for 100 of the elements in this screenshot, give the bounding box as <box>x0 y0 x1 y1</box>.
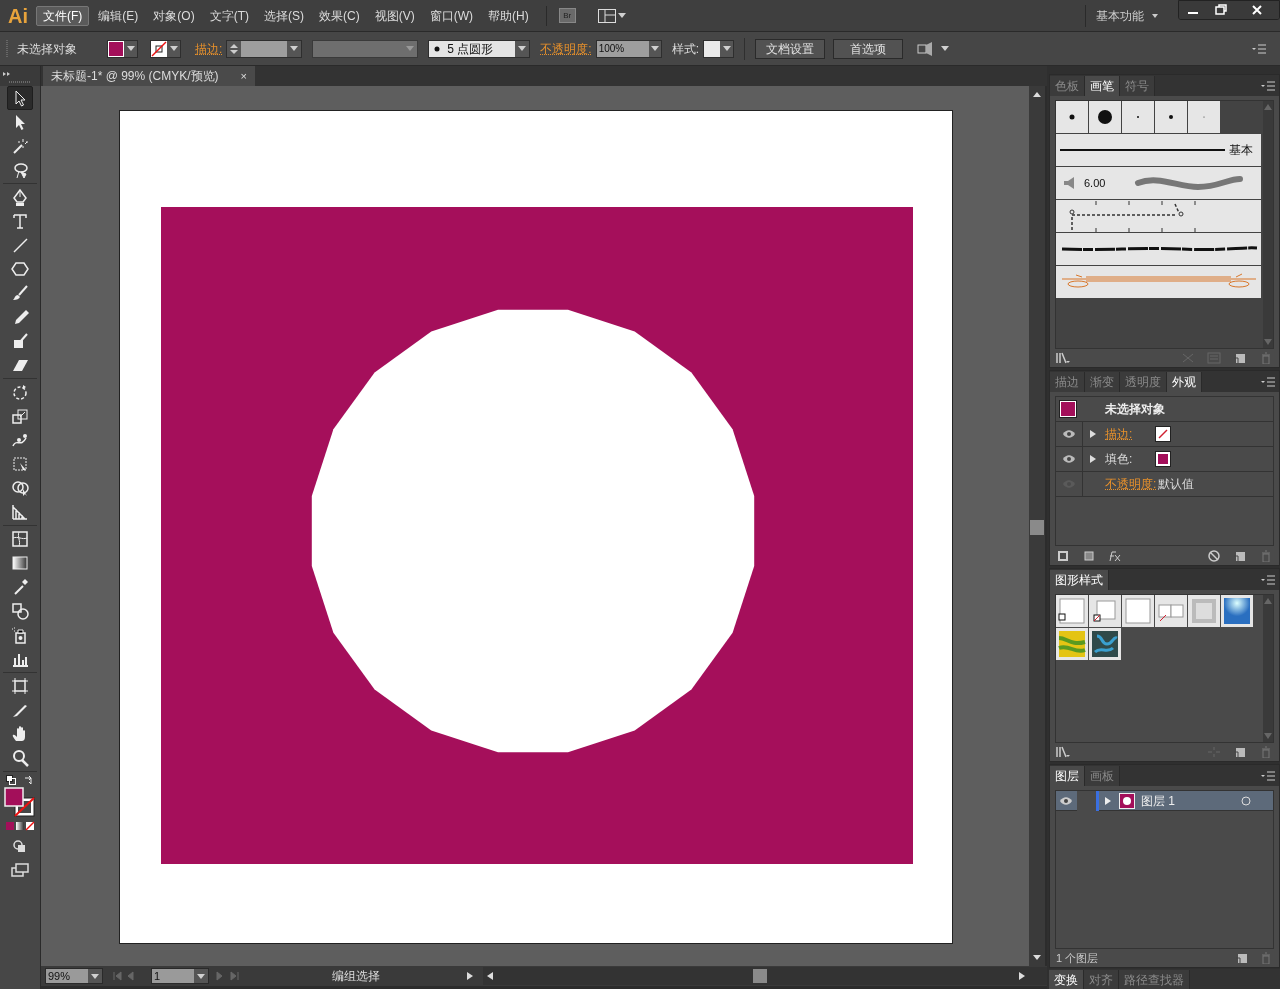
square-icon[interactable] <box>1082 550 1096 562</box>
menu-item[interactable]: 文件(F) <box>36 5 90 26</box>
expand-triangle-icon[interactable] <box>1090 430 1096 438</box>
vertical-scrollbar[interactable] <box>1029 86 1045 966</box>
draw-mode-icon[interactable] <box>12 839 28 853</box>
caret-icon[interactable] <box>169 46 178 51</box>
panel-tab[interactable]: 画笔 <box>1085 76 1120 96</box>
tool-button[interactable] <box>7 86 33 110</box>
brush-dot-swatch[interactable] <box>1089 101 1121 133</box>
color-mode-icon[interactable] <box>5 821 35 831</box>
graphic-style-swatch[interactable] <box>1122 595 1154 627</box>
panel-menu-icon[interactable] <box>1261 377 1275 387</box>
square-icon[interactable] <box>1056 550 1070 562</box>
clear-icon[interactable] <box>1207 550 1221 562</box>
play-icon[interactable] <box>465 971 475 981</box>
graphic-style-swatch[interactable] <box>1155 595 1187 627</box>
style-dropdown[interactable] <box>703 39 735 58</box>
menu-item[interactable]: 编辑(E) <box>92 5 145 26</box>
caret-icon[interactable] <box>91 973 99 979</box>
menu-item[interactable]: 视图(V) <box>368 5 421 26</box>
new-item-icon[interactable] <box>1233 352 1247 364</box>
brush-dot-swatch[interactable] <box>1056 101 1088 133</box>
menu-item[interactable]: 帮助(H) <box>482 5 535 26</box>
opacity-label-link[interactable]: 不透明度: <box>1105 475 1157 493</box>
caret-icon[interactable] <box>722 46 731 51</box>
toolbar-button[interactable]: 文档设置 <box>755 38 826 59</box>
caret-icon[interactable] <box>1152 13 1158 18</box>
toolbar-grip-icon[interactable] <box>0 66 40 86</box>
caret-icon[interactable] <box>617 13 626 18</box>
menu-item[interactable]: 选择(S) <box>258 5 310 26</box>
spinner-arrows-icon[interactable] <box>227 40 242 57</box>
graphic-style-swatch[interactable] <box>1056 628 1088 660</box>
new-item-icon[interactable] <box>1233 746 1247 758</box>
panel-tab[interactable]: 外观 <box>1167 372 1202 392</box>
graphic-style-swatch[interactable] <box>1188 595 1220 627</box>
library-icon[interactable] <box>1056 352 1070 364</box>
stroke-label-link[interactable]: 描边: <box>1105 425 1155 443</box>
menu-item[interactable]: 文字(T) <box>203 5 255 26</box>
caret-icon[interactable] <box>650 46 659 51</box>
menu-item[interactable]: 效果(C) <box>313 5 366 26</box>
fx-icon[interactable] <box>1108 550 1122 562</box>
visibility-eye-icon[interactable] <box>1062 429 1076 439</box>
graphic-style-swatch[interactable] <box>1056 595 1088 627</box>
panel-menu-icon[interactable] <box>1261 81 1275 91</box>
layout-icon[interactable] <box>597 8 616 23</box>
visibility-eye-icon[interactable] <box>1062 454 1076 464</box>
fill-stroke-swatch-icon[interactable] <box>4 787 36 817</box>
brush-row[interactable]: 基本 <box>1056 134 1261 166</box>
scroll-right-icon[interactable] <box>1017 971 1027 981</box>
workspace-switcher[interactable]: 基本功能 <box>1096 6 1158 25</box>
opacity-field[interactable]: 100% <box>595 39 662 58</box>
swap-colors-icon[interactable] <box>24 775 34 785</box>
expand-triangle-icon[interactable] <box>1090 455 1096 463</box>
panel-menu-icon[interactable] <box>1252 43 1266 54</box>
scroll-thumb[interactable] <box>753 969 767 983</box>
new-item-icon[interactable] <box>1235 952 1249 964</box>
zoom-field[interactable]: 99% <box>45 968 103 984</box>
horizontal-scrollbar[interactable] <box>483 967 1047 985</box>
document-tab[interactable]: 未标题-1* @ 99% (CMYK/预览) × <box>43 66 255 86</box>
target-circle-icon[interactable] <box>1241 795 1251 806</box>
pattern-brush-swatch[interactable] <box>1056 266 1261 298</box>
graphic-style-swatch[interactable] <box>1221 595 1253 627</box>
default-colors-icon[interactable] <box>6 775 16 785</box>
caret-icon[interactable] <box>518 46 527 51</box>
visibility-eye-icon[interactable] <box>1059 795 1073 806</box>
brush-dot-swatch[interactable] <box>1122 101 1154 133</box>
stroke-color-dropdown[interactable] <box>150 39 181 58</box>
screen-mode-icon[interactable] <box>11 863 29 877</box>
brush-dot-swatch[interactable] <box>1155 101 1187 133</box>
caret-icon[interactable] <box>290 46 299 51</box>
caret-icon[interactable] <box>126 46 135 51</box>
panel-tab[interactable]: 图形样式 <box>1050 570 1109 590</box>
scroll-left-icon[interactable] <box>485 971 495 981</box>
new-item-icon[interactable] <box>1233 550 1247 562</box>
caret-icon[interactable] <box>941 46 950 51</box>
stroke-weight-field[interactable] <box>226 39 303 58</box>
panel-tab[interactable]: 变换 <box>1049 970 1084 989</box>
toolbar-button[interactable]: 首选项 <box>833 38 904 59</box>
brush-dot-swatch[interactable] <box>1188 101 1220 133</box>
tab-close-button[interactable]: × <box>240 67 247 85</box>
fill-color-dropdown[interactable] <box>107 39 138 58</box>
opacity-label-link[interactable]: 不透明度: <box>540 39 592 58</box>
caret-icon[interactable] <box>197 973 205 979</box>
menu-item[interactable]: 对象(O) <box>147 5 201 26</box>
panel-menu-icon[interactable] <box>1261 575 1275 585</box>
layer-row[interactable]: 图层 1 <box>1056 791 1273 811</box>
expand-triangle-icon[interactable] <box>1105 796 1111 805</box>
menu-item[interactable]: 窗口(W) <box>423 5 479 26</box>
panel-menu-icon[interactable] <box>1261 771 1275 781</box>
panel-tab[interactable]: 图层 <box>1050 766 1085 786</box>
brush-row[interactable]: 6.00 <box>1056 167 1261 199</box>
stroke-label-link[interactable]: 描边: <box>195 39 223 58</box>
scroll-thumb[interactable] <box>1030 520 1044 535</box>
no-stroke-swatch-icon[interactable] <box>1155 426 1171 442</box>
charcoal-brush-swatch[interactable] <box>1056 233 1261 265</box>
fill-swatch-icon[interactable] <box>1155 451 1171 467</box>
scatter-brush-swatch[interactable] <box>1056 200 1261 232</box>
brush-dropdown[interactable]: 5 点圆形 <box>428 39 531 58</box>
artboard-number-field[interactable]: 1 <box>151 968 209 984</box>
library-icon[interactable] <box>1056 746 1070 758</box>
